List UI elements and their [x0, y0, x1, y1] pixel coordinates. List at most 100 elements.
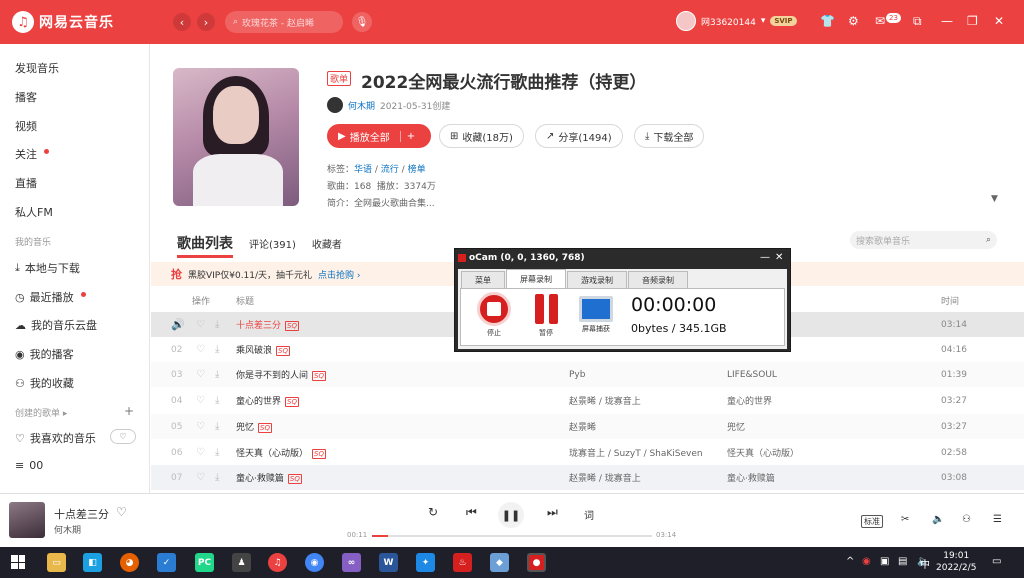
- table-row[interactable]: 07 ♡ ⤓ 童心·救赎篇 SQ 赵景晞 / 珑寡音上 童心·救赎篇 03:08: [151, 465, 1024, 490]
- file-explorer-icon[interactable]: ▭: [47, 553, 66, 572]
- table-row[interactable]: 03 ♡ ⤓ 你是寻不到的人间 SQ Pyb LIFE&SOUL 01:39: [151, 362, 1024, 387]
- sidebar-item-fm[interactable]: 私人FM: [15, 204, 53, 220]
- next-icon[interactable]: ⏭: [547, 505, 558, 520]
- sound-effect-icon[interactable]: ✂: [901, 514, 909, 525]
- now-playing-artist[interactable]: 何木期: [54, 523, 81, 536]
- tab-collectors[interactable]: 收藏者: [312, 236, 342, 251]
- sidebar-item-live[interactable]: 直播: [15, 175, 37, 191]
- table-row[interactable]: 05 ♡ ⤓ 兜忆 SQ 赵景晞 兜忆 03:27: [151, 414, 1024, 439]
- song-title[interactable]: 你是寻不到的人间 SQ: [236, 368, 326, 381]
- song-title[interactable]: 怪天真（心动版） SQ: [236, 446, 326, 459]
- tag-link[interactable]: 流行: [381, 165, 399, 175]
- ocam-tab-game-record[interactable]: 游戏录制: [567, 271, 627, 288]
- promo-link[interactable]: 点击抢购 ›: [318, 268, 360, 281]
- song-album[interactable]: 童心的世界: [727, 394, 772, 407]
- like-icon[interactable]: ♡: [196, 447, 205, 458]
- like-icon[interactable]: ♡: [196, 319, 205, 330]
- download-icon[interactable]: ⤓: [215, 447, 219, 458]
- creator-avatar[interactable]: [327, 97, 343, 113]
- ocam-window[interactable]: oCam (0, 0, 1360, 768) — ✕ 菜单 屏幕录制 游戏录制 …: [454, 248, 791, 352]
- firefox-icon[interactable]: ◕: [120, 553, 139, 572]
- previous-icon[interactable]: ⏮: [466, 505, 477, 520]
- download-icon[interactable]: ⤓: [215, 421, 219, 432]
- gear-icon[interactable]: ⚙: [848, 14, 859, 28]
- pause-button[interactable]: ❚❚: [498, 502, 524, 528]
- network-icon[interactable]: ▤: [898, 556, 907, 567]
- song-album[interactable]: 童心·救赎篇: [727, 471, 775, 484]
- sidebar-item-discover[interactable]: 发现音乐: [15, 60, 59, 76]
- col-header-time[interactable]: 时间: [941, 294, 959, 307]
- collect-button[interactable]: ⊞ 收藏(18万): [439, 124, 524, 148]
- add-to-queue-icon[interactable]: +: [399, 130, 415, 142]
- app-icon[interactable]: ◧: [83, 553, 102, 572]
- like-icon[interactable]: ♡: [196, 344, 205, 355]
- progress-slider[interactable]: [372, 535, 652, 537]
- vip-badge[interactable]: SVIP: [770, 16, 797, 26]
- ocam-capture-button[interactable]: 屏幕捕获: [579, 292, 613, 334]
- tray-icon[interactable]: ▣: [880, 556, 889, 567]
- lyrics-button[interactable]: 词: [584, 507, 594, 522]
- song-artist[interactable]: 赵景晞 / 珑寡音上: [569, 471, 641, 484]
- song-artist[interactable]: 赵景晞 / 珑寡音上: [569, 394, 641, 407]
- tag-link[interactable]: 榜单: [408, 165, 426, 175]
- song-album[interactable]: 怪天真（心动版）: [727, 446, 799, 459]
- app-icon[interactable]: ◆: [490, 553, 509, 572]
- song-album[interactable]: LIFE&SOUL: [727, 370, 777, 380]
- chevron-up-icon[interactable]: ^: [846, 556, 854, 567]
- netease-music-icon[interactable]: ♫: [268, 553, 287, 572]
- sidebar-item-playlist-00[interactable]: ≡ 00: [15, 459, 43, 472]
- sidebar-item-liked[interactable]: ♡ 我喜欢的音乐: [15, 430, 96, 446]
- system-clock[interactable]: 19:01 2022/2/5: [936, 550, 976, 574]
- listen-together-icon[interactable]: ⚇: [962, 514, 971, 525]
- download-icon[interactable]: ⤓: [215, 472, 219, 483]
- minimize-icon[interactable]: —: [760, 252, 770, 263]
- creator-name[interactable]: 何木期: [348, 99, 375, 112]
- app-icon[interactable]: ♟: [232, 553, 251, 572]
- song-artist[interactable]: 珑寡音上 / SuzyT / ShaKiSeven: [569, 446, 703, 459]
- download-all-button[interactable]: ⤓ 下载全部: [634, 124, 705, 148]
- ocam-pause-button[interactable]: 暂停: [531, 292, 561, 338]
- skin-icon[interactable]: 👕: [820, 14, 835, 28]
- ocam-stop-button[interactable]: 停止: [477, 292, 511, 338]
- back-button[interactable]: ‹: [173, 13, 191, 31]
- sidebar-item-local[interactable]: ⤓ 本地与下载: [15, 260, 80, 276]
- like-icon[interactable]: ♡: [196, 395, 205, 406]
- ocam-tab-menu[interactable]: 菜单: [461, 271, 505, 288]
- download-icon[interactable]: ⤓: [215, 369, 219, 380]
- visual-studio-icon[interactable]: ∞: [342, 553, 361, 572]
- tab-comments[interactable]: 评论(391): [249, 236, 296, 251]
- voice-search-button[interactable]: 🎙: [352, 12, 372, 32]
- tag-link[interactable]: 华语: [354, 165, 372, 175]
- playlist-search-input[interactable]: 搜索歌单音乐 ⌕: [850, 231, 997, 249]
- search-input[interactable]: ⌕ 玫瑰花茶 - 赵启晞: [225, 11, 343, 33]
- share-button[interactable]: ↗ 分享(1494): [535, 124, 623, 148]
- song-title[interactable]: 童心·救赎篇 SQ: [236, 471, 302, 484]
- close-icon[interactable]: ✕: [994, 14, 1004, 28]
- sidebar-item-recent[interactable]: ◷ 最近播放: [15, 289, 86, 305]
- song-title[interactable]: 乘风破浪 SQ: [236, 343, 290, 356]
- close-icon[interactable]: ✕: [775, 252, 783, 263]
- like-icon[interactable]: ♡: [196, 472, 205, 483]
- add-playlist-icon[interactable]: +: [124, 404, 134, 418]
- ocam-tab-screen-record[interactable]: 屏幕录制: [506, 269, 566, 288]
- pycharm-icon[interactable]: PC: [195, 553, 214, 572]
- chrome-icon[interactable]: ◉: [305, 553, 324, 572]
- song-artist[interactable]: 赵景晞: [569, 420, 596, 433]
- username[interactable]: 网33620144: [701, 15, 756, 28]
- download-icon[interactable]: ⤓: [215, 395, 219, 406]
- windows-start-icon[interactable]: [11, 555, 25, 569]
- mini-mode-icon[interactable]: ⧉: [913, 14, 922, 29]
- sidebar-item-collection[interactable]: ⚇ 我的收藏: [15, 375, 74, 391]
- like-icon[interactable]: ♡: [116, 505, 127, 519]
- sidebar-item-podcast[interactable]: 播客: [15, 89, 37, 105]
- app-icon[interactable]: ♨: [453, 553, 472, 572]
- download-icon[interactable]: ⤓: [215, 319, 219, 330]
- maximize-icon[interactable]: ❐: [967, 14, 978, 28]
- table-row[interactable]: 06 ♡ ⤓ 怪天真（心动版） SQ 珑寡音上 / SuzyT / ShaKiSe…: [151, 440, 1024, 465]
- sidebar-item-cloud[interactable]: ☁ 我的音乐云盘: [15, 317, 97, 333]
- table-row[interactable]: 04 ♡ ⤓ 童心的世界 SQ 赵景晞 / 珑寡音上 童心的世界 03:27: [151, 388, 1024, 413]
- download-icon[interactable]: ⤓: [215, 344, 219, 355]
- play-all-button[interactable]: ▶ 播放全部 +: [327, 124, 431, 148]
- app-logo[interactable]: ♫ 网易云音乐: [12, 11, 114, 33]
- heartbeat-mode-icon[interactable]: ♡: [110, 429, 136, 444]
